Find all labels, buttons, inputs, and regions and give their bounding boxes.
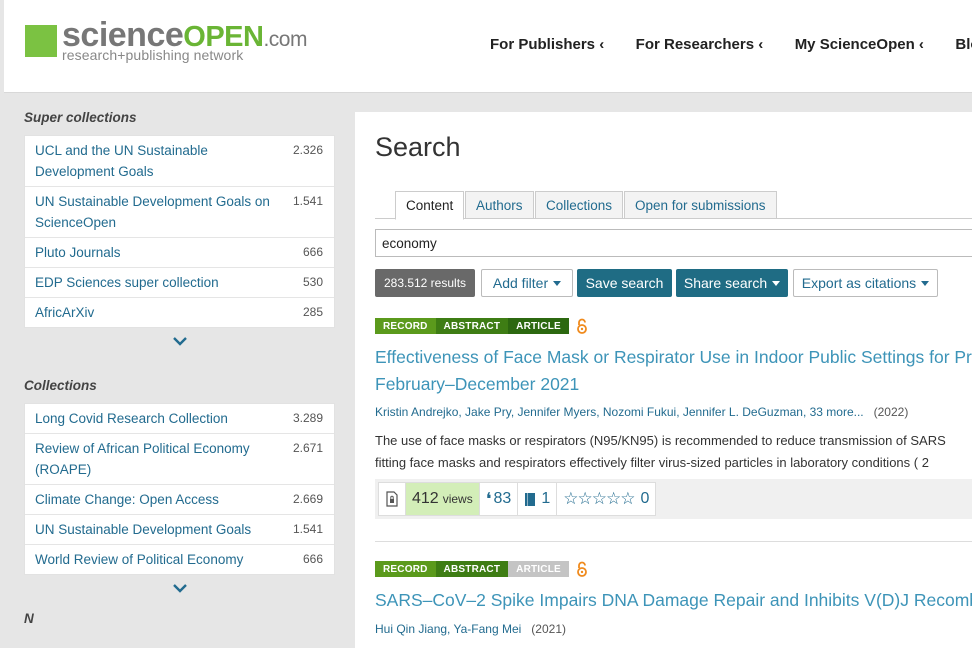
result-title[interactable]: Effectiveness of Face Mask or Respirator… (375, 344, 972, 398)
open-access-lock-icon (576, 561, 587, 577)
logo-square-icon (25, 25, 57, 57)
record-badge: RECORD (375, 561, 436, 577)
super-collections-heading: Super collections (24, 110, 137, 125)
open-access-lock-icon (576, 318, 587, 334)
result-year: (2022) (873, 405, 909, 419)
rating[interactable]: ☆☆☆☆☆ 0 (557, 483, 655, 515)
list-item[interactable]: Long Covid Research Collection 3.289 (25, 404, 334, 434)
next-section-heading: N (24, 611, 34, 626)
page-title: Search (375, 132, 461, 162)
views-count: 412 views (406, 483, 480, 515)
sidebar: Super collections UCL and the UN Sustain… (24, 110, 335, 636)
list-item[interactable]: Pluto Journals 666 (25, 238, 334, 268)
abstract-badge: ABSTRACT (435, 561, 509, 577)
result-year: (2021) (531, 622, 566, 636)
list-item[interactable]: Climate Change: Open Access 2.669 (25, 485, 334, 515)
share-search-button[interactable]: Share search (676, 269, 788, 297)
nav-blog[interactable]: Blo (955, 36, 972, 53)
collections-list: Long Covid Research Collection 3.289 Revi… (24, 403, 335, 575)
expand-super-collections-button[interactable] (24, 328, 335, 354)
nav-for-publishers[interactable]: For Publishers ‹ (490, 36, 604, 53)
tab-authors[interactable]: Authors (465, 191, 534, 219)
list-item[interactable]: UN Sustainable Development Goals 1.541 (25, 515, 334, 545)
site-header: scienceOPEN.com research+publishing netw… (4, 0, 972, 93)
article-badge: ARTICLE (508, 318, 569, 334)
star-rating-icon: ☆☆☆☆☆ (563, 489, 635, 508)
quote-icon: ❛ (485, 488, 492, 509)
result-authors[interactable]: Kristin Andrejko, Jake Pry, Jennifer Mye… (375, 405, 908, 419)
comments-count[interactable]: ❛ 83 (480, 483, 519, 515)
result-abstract: The use of face masks or respirators (N9… (375, 433, 946, 470)
caret-down-icon (921, 280, 930, 286)
chevron-down-icon (172, 337, 187, 346)
search-input[interactable] (375, 229, 972, 257)
results-count-badge: 283.512 results (375, 269, 475, 297)
nav-my-scienceopen[interactable]: My ScienceOpen ‹ (795, 36, 924, 53)
article-badge: ARTICLE (508, 561, 569, 577)
caret-down-icon (553, 280, 562, 286)
record-badge: RECORD (375, 318, 436, 334)
caret-down-icon (772, 280, 781, 286)
main-nav: For Publishers ‹ For Researchers ‹ My Sc… (490, 36, 972, 54)
result-badges: RECORD ABSTRACT ARTICLE (375, 318, 588, 334)
abstract-badge: ABSTRACT (435, 318, 509, 334)
recommendations-count[interactable]: 1 (518, 483, 558, 515)
logo-tagline: research+publishing network (62, 47, 244, 63)
result-stats: 412 views ❛ 83 1 ☆☆☆☆☆ 0 (378, 482, 657, 516)
export-citations-button[interactable]: Export as citations (793, 269, 938, 297)
tab-open-for-submissions[interactable]: Open for submissions (624, 191, 777, 219)
add-filter-button[interactable]: Add filter (481, 269, 573, 297)
expand-collections-button[interactable] (24, 575, 335, 601)
result-badges: RECORD ABSTRACT ARTICLE (375, 561, 588, 577)
super-collections-list: UCL and the UN Sustainable Development G… (24, 135, 335, 328)
document-lock-icon (386, 491, 398, 507)
list-item[interactable]: AfricArXiv 285 (25, 298, 334, 327)
logo-com: .com (263, 28, 307, 51)
list-item[interactable]: UCL and the UN Sustainable Development G… (25, 136, 334, 187)
nav-for-researchers[interactable]: For Researchers ‹ (636, 36, 764, 53)
result-authors[interactable]: Hui Qin Jiang, Ya-Fang Mei (2021) (375, 622, 566, 636)
list-item[interactable]: Review of African Political Economy (ROA… (25, 434, 334, 485)
search-panel: Search Content Authors Collections Open … (355, 112, 972, 648)
book-icon (525, 492, 536, 506)
tab-content[interactable]: Content (395, 191, 465, 220)
result-title[interactable]: SARS–CoV–2 Spike Impairs DNA Damage Repa… (375, 587, 972, 614)
list-item[interactable]: UN Sustainable Development Goals on Scie… (25, 187, 334, 238)
collections-heading: Collections (24, 378, 97, 393)
chevron-down-icon (172, 584, 187, 593)
result-divider (375, 541, 972, 542)
tab-collections[interactable]: Collections (535, 191, 624, 219)
list-item[interactable]: World Review of Political Economy 666 (25, 545, 334, 574)
pdf-button[interactable] (379, 483, 406, 515)
save-search-button[interactable]: Save search (577, 269, 672, 297)
search-tabs: Content Authors Collections Open for sub… (375, 191, 972, 220)
list-item[interactable]: EDP Sciences super collection 530 (25, 268, 334, 298)
